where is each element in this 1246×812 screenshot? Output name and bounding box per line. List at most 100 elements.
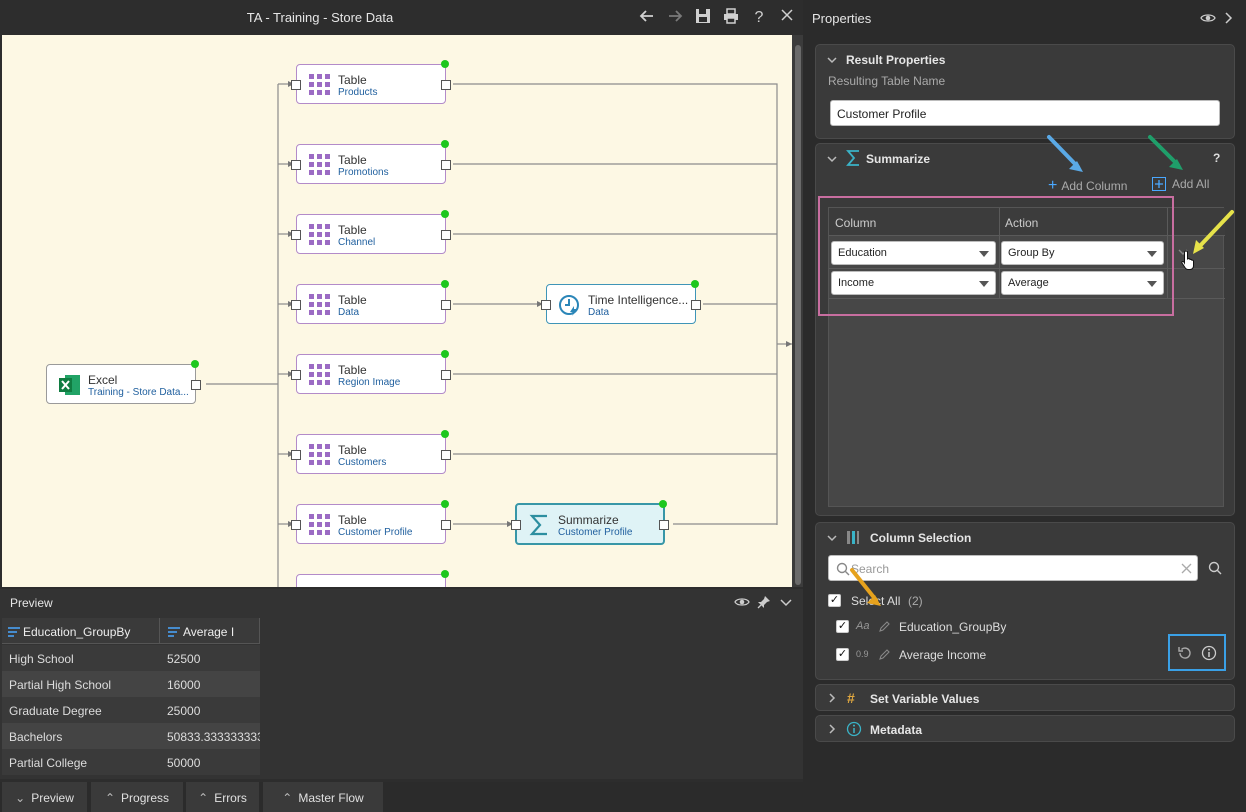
input-port[interactable] bbox=[541, 300, 551, 310]
chevron-down-icon[interactable] bbox=[826, 532, 838, 544]
add-column-label: Add Column bbox=[1061, 179, 1128, 193]
eye-icon[interactable] bbox=[734, 595, 750, 612]
output-port[interactable] bbox=[691, 300, 701, 310]
output-port[interactable] bbox=[441, 520, 451, 530]
table-cell: Partial High School bbox=[9, 678, 112, 692]
input-port[interactable] bbox=[291, 520, 301, 530]
table-node-promotions[interactable]: Table Promotions bbox=[291, 140, 451, 184]
select-all-label: Select All bbox=[851, 594, 901, 608]
column-name: Education_GroupBy bbox=[899, 620, 1007, 634]
chevron-right-icon[interactable] bbox=[1224, 11, 1234, 28]
column-checkbox[interactable]: ✓ bbox=[836, 648, 849, 661]
table-icon bbox=[309, 514, 330, 535]
save-icon[interactable] bbox=[692, 7, 714, 29]
input-port[interactable] bbox=[291, 370, 301, 380]
chevron-down-icon[interactable] bbox=[826, 153, 838, 165]
tab-master-flow[interactable]: ⌃ Master Flow bbox=[263, 782, 383, 812]
table-icon bbox=[309, 224, 330, 245]
node-title: Table bbox=[338, 363, 367, 377]
chevron-down-icon[interactable] bbox=[826, 54, 838, 66]
tab-errors[interactable]: ⌃ Errors bbox=[186, 782, 259, 812]
node-title: Excel bbox=[88, 373, 118, 387]
reset-icon[interactable] bbox=[1177, 645, 1193, 661]
properties-title: Properties bbox=[812, 11, 872, 26]
column-checkbox[interactable]: ✓ bbox=[836, 620, 849, 633]
help-icon[interactable]: ? bbox=[748, 7, 770, 29]
tab-preview[interactable]: ⌄ Preview bbox=[2, 782, 87, 812]
print-icon[interactable] bbox=[720, 7, 742, 29]
excel-node[interactable]: Excel Training - Store Data... bbox=[46, 360, 201, 404]
summarize-node[interactable]: Summarize Customer Profile bbox=[511, 500, 669, 545]
pencil-icon[interactable] bbox=[878, 620, 891, 633]
node-title: Table bbox=[338, 513, 367, 527]
output-port[interactable] bbox=[659, 520, 669, 530]
pencil-icon[interactable] bbox=[878, 648, 891, 661]
add-column-button[interactable]: + Add Column bbox=[1048, 177, 1127, 195]
table-cell: 16000 bbox=[167, 678, 201, 692]
section-title: Metadata bbox=[870, 723, 923, 737]
chevron-right-icon[interactable] bbox=[826, 692, 838, 704]
table-node-customer-profile[interactable]: Table Customer Profile bbox=[291, 500, 451, 544]
table-node-region-image[interactable]: Table Region Image bbox=[291, 350, 451, 394]
input-port[interactable] bbox=[511, 520, 521, 530]
column-header-label: Education_GroupBy bbox=[23, 625, 131, 639]
input-port[interactable] bbox=[291, 300, 301, 310]
table-row[interactable]: Bachelors 50833.333333333 bbox=[2, 723, 260, 749]
section-title: Result Properties bbox=[846, 53, 946, 67]
eye-icon[interactable] bbox=[1200, 11, 1216, 28]
help-icon[interactable]: ? bbox=[1213, 151, 1220, 165]
search-input[interactable]: Search bbox=[828, 555, 1198, 581]
status-dot bbox=[659, 500, 667, 508]
input-port[interactable] bbox=[291, 160, 301, 170]
table-node-customers[interactable]: Table Customers bbox=[291, 430, 451, 474]
scrollbar-thumb[interactable] bbox=[795, 45, 801, 585]
output-port[interactable] bbox=[441, 300, 451, 310]
chevron-down-icon[interactable] bbox=[779, 595, 793, 612]
input-port[interactable] bbox=[291, 230, 301, 240]
output-port[interactable] bbox=[441, 450, 451, 460]
table-node-data[interactable]: Table Data bbox=[291, 280, 451, 324]
metadata-section[interactable]: Metadata bbox=[815, 715, 1235, 742]
time-intelligence-node[interactable]: Time Intelligence... Data bbox=[541, 280, 701, 324]
result-properties-section: Result Properties Resulting Table Name C… bbox=[815, 44, 1235, 139]
output-port[interactable] bbox=[441, 80, 451, 90]
output-port[interactable] bbox=[191, 380, 201, 390]
pin-icon[interactable] bbox=[757, 595, 771, 612]
table-node-products[interactable]: Table Products bbox=[291, 60, 451, 104]
info-icon[interactable] bbox=[1201, 645, 1217, 661]
table-row[interactable]: Graduate Degree 25000 bbox=[2, 697, 260, 723]
result-name-field[interactable]: Customer Profile bbox=[830, 100, 1220, 126]
table-icon bbox=[309, 364, 330, 385]
window-title: TA - Training - Store Data bbox=[246, 10, 394, 25]
input-port[interactable] bbox=[291, 80, 301, 90]
table-node-partial[interactable] bbox=[296, 570, 449, 587]
canvas-scrollbar[interactable] bbox=[792, 35, 803, 587]
node-title: Time Intelligence... bbox=[588, 293, 689, 307]
node-subtitle: Promotions bbox=[338, 167, 389, 178]
table-row[interactable]: Partial High School 16000 bbox=[2, 671, 260, 697]
back-icon[interactable] bbox=[636, 7, 658, 29]
chevron-right-icon[interactable] bbox=[826, 723, 838, 735]
select-all-checkbox[interactable]: ✓ bbox=[828, 594, 841, 607]
output-port[interactable] bbox=[441, 160, 451, 170]
set-variable-values-section[interactable]: # Set Variable Values bbox=[815, 684, 1235, 711]
flow-canvas[interactable]: Table Products Table Promotions Table Ch… bbox=[2, 35, 792, 587]
column-header-2[interactable]: Average I bbox=[168, 625, 258, 639]
output-port[interactable] bbox=[441, 230, 451, 240]
summarize-section: Summarize ? + Add Column Add All Column … bbox=[815, 143, 1235, 516]
table-cell: Bachelors bbox=[9, 730, 63, 744]
input-port[interactable] bbox=[291, 450, 301, 460]
output-port[interactable] bbox=[441, 370, 451, 380]
add-all-button[interactable]: Add All bbox=[1152, 177, 1209, 191]
clear-icon[interactable] bbox=[1181, 563, 1192, 574]
search-icon[interactable] bbox=[1208, 561, 1222, 575]
tab-progress[interactable]: ⌃ Progress bbox=[91, 782, 183, 812]
table-row[interactable]: Partial College 50000 bbox=[2, 749, 260, 775]
close-icon[interactable] bbox=[776, 7, 798, 29]
add-all-icon bbox=[1152, 177, 1166, 191]
column-header-1[interactable]: Education_GroupBy bbox=[8, 625, 130, 639]
table-node-channel[interactable]: Table Channel bbox=[291, 210, 451, 254]
status-dot bbox=[441, 140, 449, 148]
table-row[interactable]: High School 52500 bbox=[2, 645, 260, 671]
forward-icon[interactable] bbox=[664, 7, 686, 29]
